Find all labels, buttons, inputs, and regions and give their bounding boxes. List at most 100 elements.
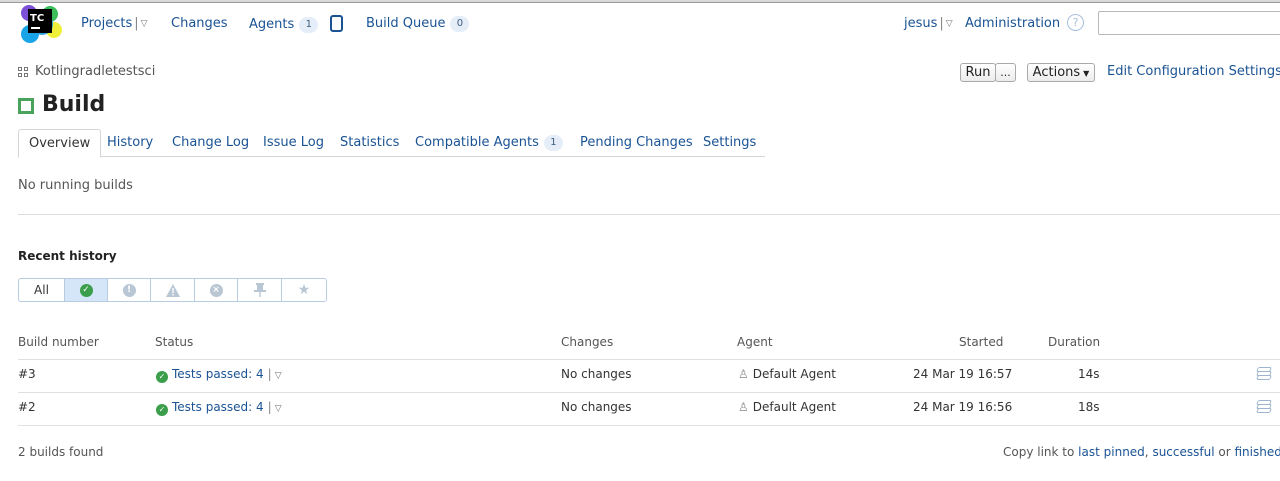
build-changes[interactable]: No changes — [561, 367, 632, 381]
filter-all-button[interactable]: All — [19, 279, 65, 301]
nav-separator: | — [134, 16, 139, 31]
build-status: ✓ Tests passed: 4 | ▽ — [156, 367, 282, 383]
tab-overview[interactable]: Overview — [18, 129, 102, 158]
chevron-down-icon[interactable]: ▽ — [946, 15, 953, 33]
compatible-agents-count-badge: 1 — [543, 135, 563, 151]
failed-icon: ! — [122, 283, 136, 297]
build-changes[interactable]: No changes — [561, 400, 632, 414]
help-icon[interactable]: ? — [1067, 14, 1084, 31]
page-title: Build — [42, 92, 106, 117]
recent-history-heading: Recent history — [18, 249, 117, 263]
chevron-down-icon[interactable]: ▽ — [275, 404, 282, 414]
running-builds-text: No running builds — [18, 178, 133, 193]
tab-history[interactable]: History — [107, 129, 153, 157]
build-started: 24 Mar 19 16:57 — [913, 367, 1013, 381]
success-icon: ✓ — [156, 404, 168, 416]
tab-settings[interactable]: Settings — [703, 129, 756, 157]
run-button[interactable]: Run — [960, 63, 996, 82]
filter-success-button[interactable]: ✓ — [65, 279, 108, 301]
tab-change-log[interactable]: Change Log — [172, 129, 249, 157]
col-duration: Duration — [1048, 335, 1101, 349]
nav-changes[interactable]: Changes — [171, 15, 228, 33]
window-top-border — [0, 0, 1280, 3]
tab-issue-log[interactable]: Issue Log — [263, 129, 324, 157]
tab-compatible-agents[interactable]: Compatible Agents 1 — [415, 129, 563, 157]
col-status: Status — [155, 335, 194, 349]
build-duration: 14s — [1078, 367, 1100, 381]
build-status-link[interactable]: Tests passed: 4 — [172, 400, 264, 414]
search-input[interactable] — [1098, 11, 1280, 35]
favorite-icon: ★ — [297, 282, 311, 298]
success-icon: ✓ — [156, 371, 168, 383]
successful-link[interactable]: successful — [1152, 445, 1214, 459]
history-filter: All ✓ ! × ★ — [18, 278, 327, 302]
nav-build-queue-label[interactable]: Build Queue — [366, 16, 445, 31]
nav-build-queue[interactable]: Build Queue 0 — [366, 15, 470, 33]
linux-agent-icon: ♙ — [738, 400, 749, 414]
build-agent[interactable]: ♙ Default Agent — [738, 400, 836, 414]
section-divider — [18, 214, 1280, 215]
builds-found-text: 2 builds found — [18, 445, 104, 459]
actions-button[interactable]: Actions ▼ — [1027, 63, 1095, 82]
build-number-link[interactable]: #3 — [18, 367, 36, 381]
artifacts-icon[interactable] — [1256, 400, 1272, 414]
finished-link[interactable]: finished b — [1235, 445, 1280, 459]
teamcity-logo[interactable]: TC — [20, 4, 62, 44]
col-agent: Agent — [737, 335, 773, 349]
chevron-down-icon[interactable]: ▽ — [275, 371, 282, 381]
copy-link-text: Copy link to last pinned, successful or … — [1003, 445, 1280, 459]
agent-icon[interactable] — [330, 15, 344, 32]
actions-label[interactable]: Actions — [1033, 65, 1081, 80]
user-name[interactable]: jesus — [904, 16, 937, 31]
agents-count-badge: 1 — [299, 17, 319, 33]
filter-failed-button[interactable]: ! — [108, 279, 151, 301]
comma-text: , — [1144, 445, 1149, 459]
build-started: 24 Mar 19 16:56 — [913, 400, 1013, 414]
user-menu[interactable]: jesus | ▽ — [904, 15, 953, 33]
build-agent-name[interactable]: Default Agent — [753, 367, 836, 381]
nav-separator: | — [267, 367, 272, 381]
project-grid-icon — [18, 67, 28, 77]
chevron-down-icon: ▼ — [1083, 69, 1090, 78]
copy-link-prefix: Copy link to — [1003, 445, 1075, 459]
col-changes: Changes — [561, 335, 614, 349]
run-options-button[interactable]: ... — [995, 63, 1016, 82]
nav-separator: | — [267, 400, 272, 414]
svg-text:TC: TC — [30, 13, 44, 24]
breadcrumb-project[interactable]: Kotlingradletestsci — [35, 64, 155, 79]
nav-projects-label[interactable]: Projects — [81, 16, 132, 31]
artifacts-icon[interactable] — [1256, 367, 1272, 381]
build-queue-count-badge: 0 — [450, 16, 470, 32]
row-divider — [18, 359, 1280, 360]
tab-statistics[interactable]: Statistics — [340, 129, 399, 157]
tab-pending-changes[interactable]: Pending Changes — [580, 129, 693, 157]
build-status-link[interactable]: Tests passed: 4 — [172, 367, 264, 381]
success-icon: ✓ — [79, 283, 93, 297]
chevron-down-icon[interactable]: ▽ — [141, 15, 148, 33]
filter-warning-button[interactable] — [151, 279, 195, 301]
col-build-number: Build number — [18, 335, 99, 349]
or-text: or — [1218, 445, 1231, 459]
nav-agents-label[interactable]: Agents — [249, 17, 294, 32]
nav-separator: | — [939, 16, 944, 31]
nav-agents[interactable]: Agents 1 — [249, 15, 344, 33]
tab-compatible-agents-label[interactable]: Compatible Agents — [415, 135, 539, 150]
filter-cancelled-button[interactable]: × — [195, 279, 238, 301]
nav-projects[interactable]: Projects | ▽ — [81, 15, 148, 33]
build-status-icon — [18, 98, 34, 114]
filter-favorite-button[interactable]: ★ — [282, 279, 326, 301]
build-agent-name[interactable]: Default Agent — [753, 400, 836, 414]
edit-settings-label[interactable]: Edit Configuration Settings — [1107, 64, 1280, 79]
build-number-link[interactable]: #2 — [18, 400, 36, 414]
pinned-icon — [253, 283, 266, 297]
edit-configuration-settings-link[interactable]: Edit Configuration Settings|▽ — [1107, 64, 1280, 79]
build-status: ✓ Tests passed: 4 | ▽ — [156, 400, 282, 416]
build-agent[interactable]: ♙ Default Agent — [738, 367, 836, 381]
row-divider — [18, 425, 1280, 426]
build-duration: 18s — [1078, 400, 1100, 414]
last-pinned-link[interactable]: last pinned — [1078, 445, 1145, 459]
col-started: Started — [959, 335, 1004, 349]
nav-administration[interactable]: Administration — [965, 15, 1060, 33]
filter-pinned-button[interactable] — [238, 279, 282, 301]
linux-agent-icon: ♙ — [738, 367, 749, 381]
